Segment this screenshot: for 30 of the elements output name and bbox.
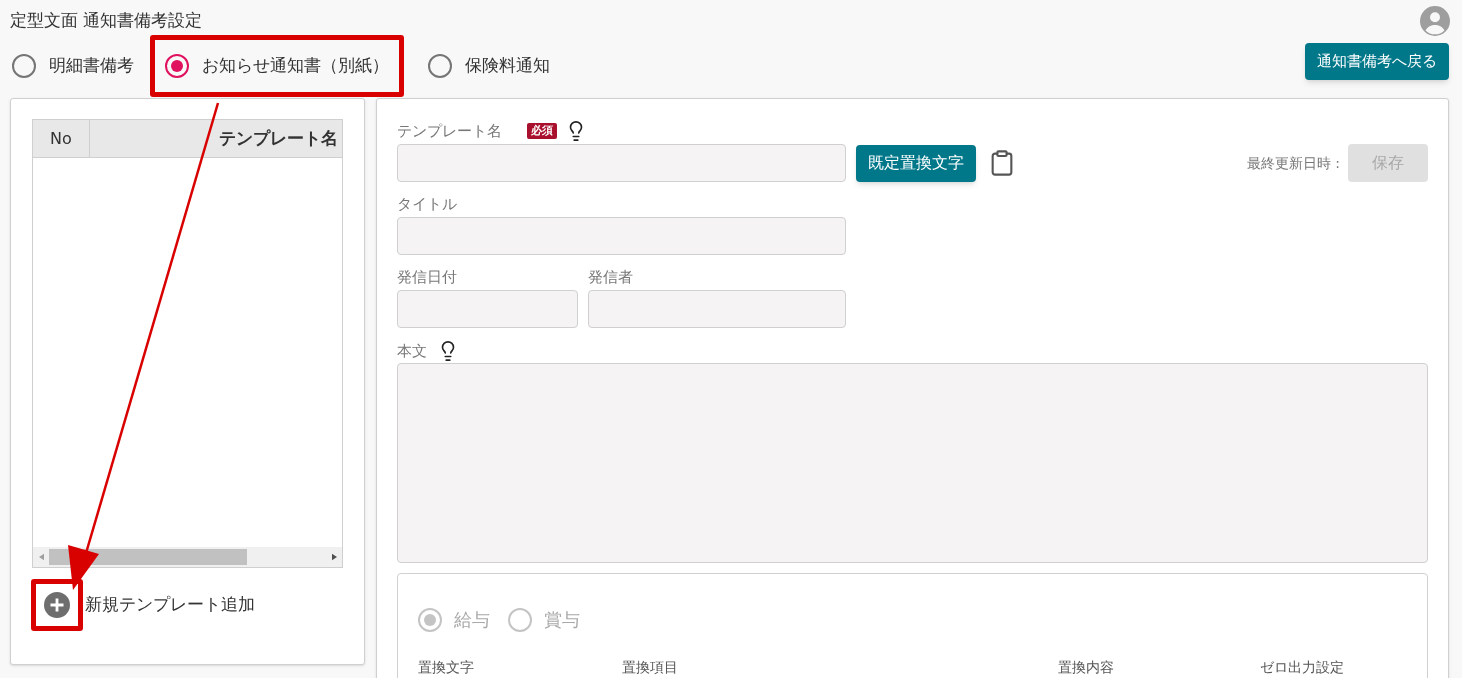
column-header: テンプレート名 xyxy=(218,126,339,150)
required-badge: 必須 xyxy=(527,123,557,139)
field-label: 本文 xyxy=(397,340,427,362)
radio-option[interactable]: お知らせ通知書（別紙） xyxy=(163,53,391,79)
input-field[interactable] xyxy=(588,290,846,328)
field-label: 発信者 xyxy=(588,267,634,288)
back-button[interactable]: 通知書備考へ戻る xyxy=(1305,42,1449,80)
field-label: テンプレート名 xyxy=(397,120,503,142)
radio-button[interactable] xyxy=(428,54,452,78)
column-header: No xyxy=(33,120,90,157)
add-icon[interactable] xyxy=(44,592,70,618)
add-template-link[interactable]: 新規テンプレート追加 xyxy=(85,592,255,618)
field-label: タイトル xyxy=(397,194,458,215)
replace-text-button[interactable]: 既定置換文字 xyxy=(856,144,976,182)
input-field[interactable] xyxy=(397,290,578,328)
page-title: 定型文面 通知書備考設定 xyxy=(10,9,203,32)
user-avatar-icon[interactable] xyxy=(1420,6,1450,36)
column-header: ゼロ出力設定 xyxy=(1260,658,1344,677)
radio-button[interactable] xyxy=(165,54,189,78)
last-updated-label: 最終更新日時 : xyxy=(1246,153,1340,173)
column-header: 置換項目 xyxy=(622,658,679,677)
input-field[interactable] xyxy=(397,144,846,182)
column-header: 置換内容 xyxy=(1058,658,1115,677)
field-label: 発信日付 xyxy=(397,267,458,288)
horizontal-scrollbar[interactable] xyxy=(33,547,342,567)
column-header: 置換文字 xyxy=(418,658,475,677)
input-field[interactable] xyxy=(397,217,846,255)
radio-option[interactable]: 保険料通知 xyxy=(426,53,552,79)
radio-option[interactable]: 明細書備考 xyxy=(10,53,136,79)
radio-button[interactable] xyxy=(12,54,36,78)
